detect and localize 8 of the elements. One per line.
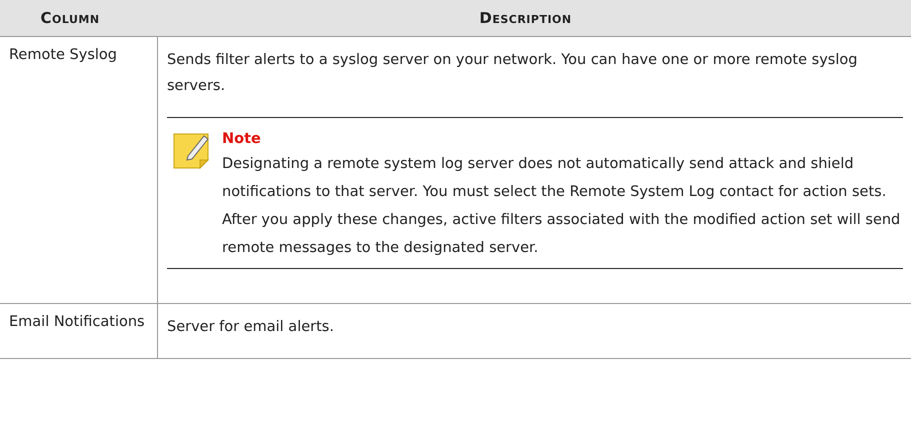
note-text: Designating a remote system log server does not automatically send attack and shield notifications to that server. You must select the Remote System Log contact for action sets. After you apply these changes, active filters associated with the modified action set will send remote messages to the designated server. xyxy=(222,155,902,258)
column-header: Column xyxy=(39,8,101,29)
description-text: Server for email alerts. xyxy=(167,318,335,337)
table-cell: Remote Syslog xyxy=(9,47,117,63)
table-cell: Email Notifications xyxy=(9,314,145,330)
column-header: Description xyxy=(478,8,573,29)
note-title: Note xyxy=(222,130,262,149)
description-text: Sends filter alerts to a syslog server on your network. You can have one or more remote syslog servers. xyxy=(167,51,858,96)
